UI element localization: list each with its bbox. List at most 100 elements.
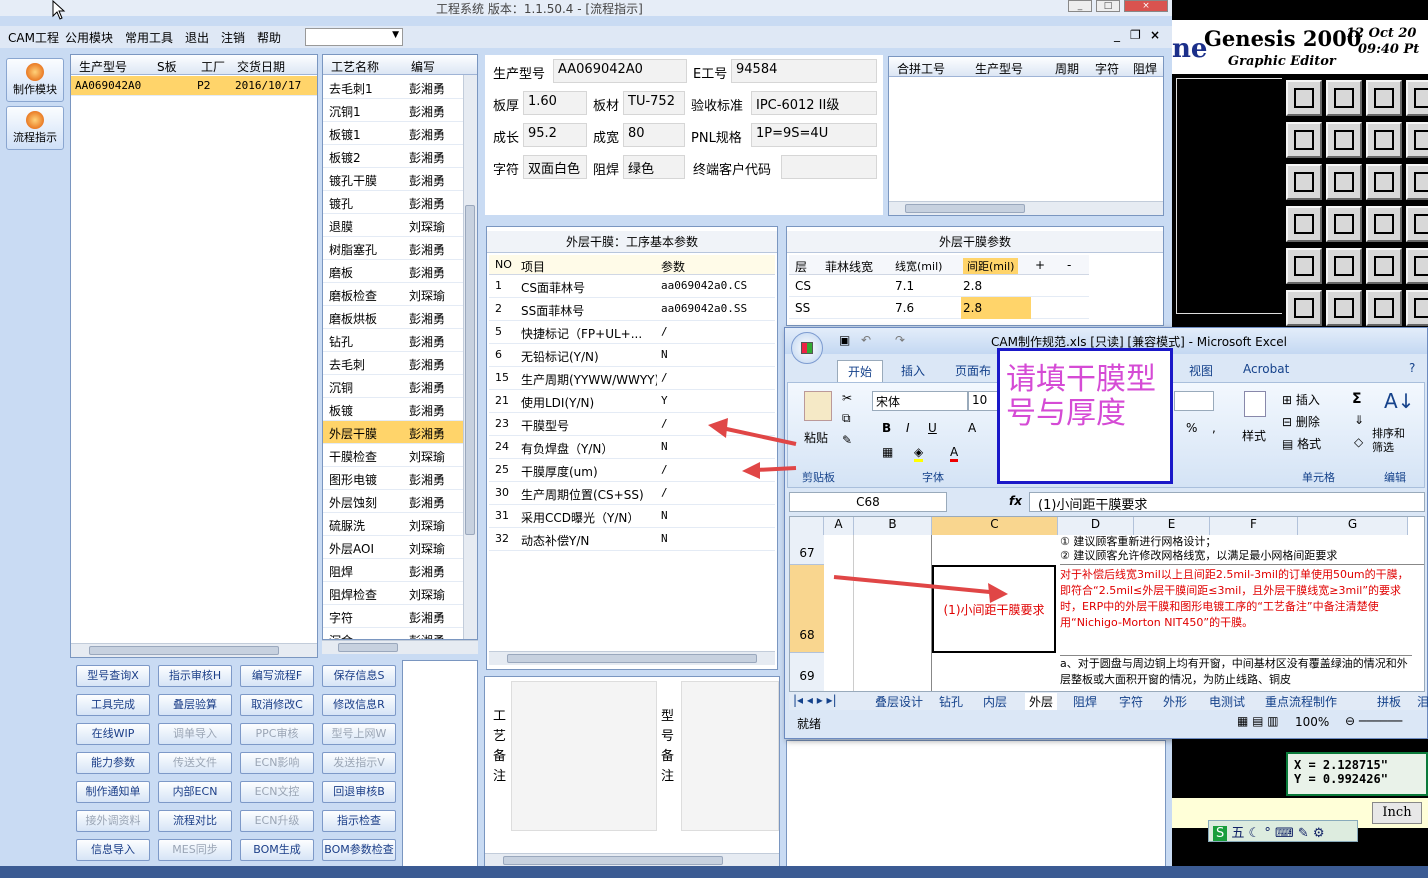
select-icon[interactable] [1406,248,1428,284]
action-button[interactable]: 发送指示V [322,752,396,774]
ribbon-tab-insert[interactable]: 插入 [901,362,925,379]
table-row[interactable]: 6 无铅标记(Y/N) N [489,344,775,367]
view-normal-icon[interactable]: ▦ ▤ ▥ [1237,714,1279,728]
action-button[interactable]: MES同步 [158,839,232,861]
ruler-icon[interactable] [1366,248,1402,284]
sheet-tab[interactable]: 拼板 [1377,693,1401,710]
table-row[interactable]: 板镀 彭湘勇 [323,398,463,421]
table-row[interactable]: 沉金 彭湘勇 [323,628,463,639]
table-row[interactable]: 干膜检查 刘琛瑜 [323,444,463,467]
cut-icon[interactable]: ✂ [842,391,852,405]
action-button[interactable]: 型号上网W [322,723,396,745]
link-icon[interactable] [1406,290,1428,326]
field-ework[interactable]: 94584 [731,59,877,83]
column-header[interactable]: D [1058,517,1134,535]
menu-common-tools[interactable]: 常用工具 [125,29,173,46]
styles-label[interactable]: 样式 [1242,427,1266,444]
format-cells-button[interactable]: ▤ 格式 [1282,435,1321,452]
sheet-tab[interactable]: 阻焊 [1073,693,1097,710]
col-merge-mask[interactable]: 阻焊 [1133,60,1157,77]
table-row[interactable]: 阻焊检查 刘琛瑜 [323,582,463,605]
table-row[interactable]: 沉铜1 彭湘勇 [323,99,463,122]
table-row[interactable]: 去毛刺1 彭湘勇 [323,76,463,99]
action-button[interactable]: 编写流程F [240,665,314,687]
formula-bar[interactable]: (1)小间距干膜要求 [1029,492,1425,513]
sort-filter-icon[interactable]: A↓ [1384,389,1414,413]
table-row[interactable]: SS 7.6 2.8 [789,297,1089,319]
field-mask[interactable]: 绿色 [623,155,685,179]
unit-button[interactable]: Inch [1372,802,1422,824]
name-box[interactable]: C68 [789,492,947,512]
action-button[interactable]: 指示审核H [158,665,232,687]
zoom-slider[interactable]: ⊖ ────── [1345,714,1402,728]
menu-common-modules[interactable]: 公用模块 [65,29,113,46]
ribbon-tab-view[interactable]: 视图 [1189,362,1213,379]
font-name-select[interactable]: 宋体 [872,391,968,411]
mdi-restore-icon[interactable]: ❐ [1130,28,1141,42]
zoom-box-icon[interactable] [1406,122,1428,158]
action-button[interactable]: 型号查询X [76,665,150,687]
mdi-minimize-icon[interactable]: _ [1114,28,1120,42]
col-factory[interactable]: 工厂 [201,58,225,75]
action-button[interactable]: 流程对比 [158,810,232,832]
sheet-tab[interactable]: 外形 [1163,693,1187,710]
table-row[interactable]: 树脂塞孔 彭湘勇 [323,237,463,260]
col-model[interactable]: 生产型号 [79,58,127,75]
office-button[interactable] [791,332,823,364]
cell-d67-line1[interactable]: ① 建议顾客重新进行网格设计； [1060,535,1424,549]
table-row[interactable]: 字符 彭湘勇 [323,605,463,628]
scale-icon[interactable] [1366,164,1402,200]
field-material[interactable]: TU-752 [623,91,685,115]
number-format-select[interactable] [1174,391,1214,411]
grow-font-icon[interactable]: A [968,421,976,435]
module-make-button[interactable]: 制作模块 [6,58,64,102]
action-button[interactable]: ECN升级 [240,810,314,832]
zoom-out-icon[interactable] [1326,80,1362,116]
table-row[interactable]: 去毛刺 彭湘勇 [323,352,463,375]
undo-icon[interactable]: ↶ [861,333,871,347]
maximize-button[interactable]: □ [1096,0,1120,12]
underline-icon[interactable]: U [928,421,937,435]
field-length[interactable]: 95.2 [523,123,587,147]
table-row[interactable]: 15 生产周期(YYWW/WWYY) / [489,367,775,390]
action-button[interactable]: 指示检查 [322,810,396,832]
border-icon[interactable]: ▦ [882,445,893,459]
table-row[interactable]: CS 7.1 2.8 [789,275,1089,297]
sheet-tab[interactable]: 重点流程制作 [1265,693,1337,710]
sheet-tab[interactable]: 叠层设计 [875,693,923,710]
fx-icon[interactable]: fx [1009,494,1022,508]
action-button[interactable]: 保存信息S [322,665,396,687]
bold-icon[interactable]: B [882,421,891,435]
move-icon[interactable] [1366,290,1402,326]
font-color-icon[interactable]: A [950,445,959,462]
cell-d67-line2[interactable]: ② 建议顾客允许修改网格线宽，以满足最小网格间距要求 [1060,549,1424,563]
sheet-tab[interactable]: 内层 [983,693,1007,710]
action-button[interactable]: 修改信息R [322,694,396,716]
delete-cells-button[interactable]: ⊟ 删除 [1282,413,1320,430]
table-row[interactable]: 外层AOI 刘琛瑜 [323,536,463,559]
action-button[interactable]: 信息导入 [76,839,150,861]
action-button[interactable]: PPC审核 [240,723,314,745]
genesis-canvas[interactable] [1176,78,1282,314]
action-button[interactable]: BOM参数检查 [322,839,396,861]
table-row[interactable]: 1 CS面菲林号 aa069042a0.CS [489,275,775,298]
action-button[interactable]: ECN文控 [240,781,314,803]
menu-logout[interactable]: 注销 [221,29,245,46]
pan-right-icon[interactable] [1326,122,1362,158]
mdi-close-icon[interactable]: × [1150,28,1160,42]
column-header[interactable]: B [854,517,932,535]
minimize-button[interactable]: _ [1068,0,1092,12]
action-button[interactable]: 能力参数 [76,752,150,774]
grid-icon[interactable] [1326,206,1362,242]
base-hscroll[interactable] [489,651,775,665]
model-remark-field[interactable] [681,681,779,831]
table-row[interactable]: 磨板 彭湘勇 [323,260,463,283]
remarks-hscroll[interactable] [485,853,779,867]
paste-icon[interactable] [804,391,832,421]
action-button[interactable]: 在线WIP [76,723,150,745]
table-row[interactable]: 32 动态补偿Y/N N [489,528,775,551]
row-header-69[interactable]: 69 [790,653,824,691]
zoom-fit-icon[interactable] [1366,122,1402,158]
column-header[interactable]: E [1134,517,1210,535]
row-header-67[interactable]: 67 [790,535,824,565]
